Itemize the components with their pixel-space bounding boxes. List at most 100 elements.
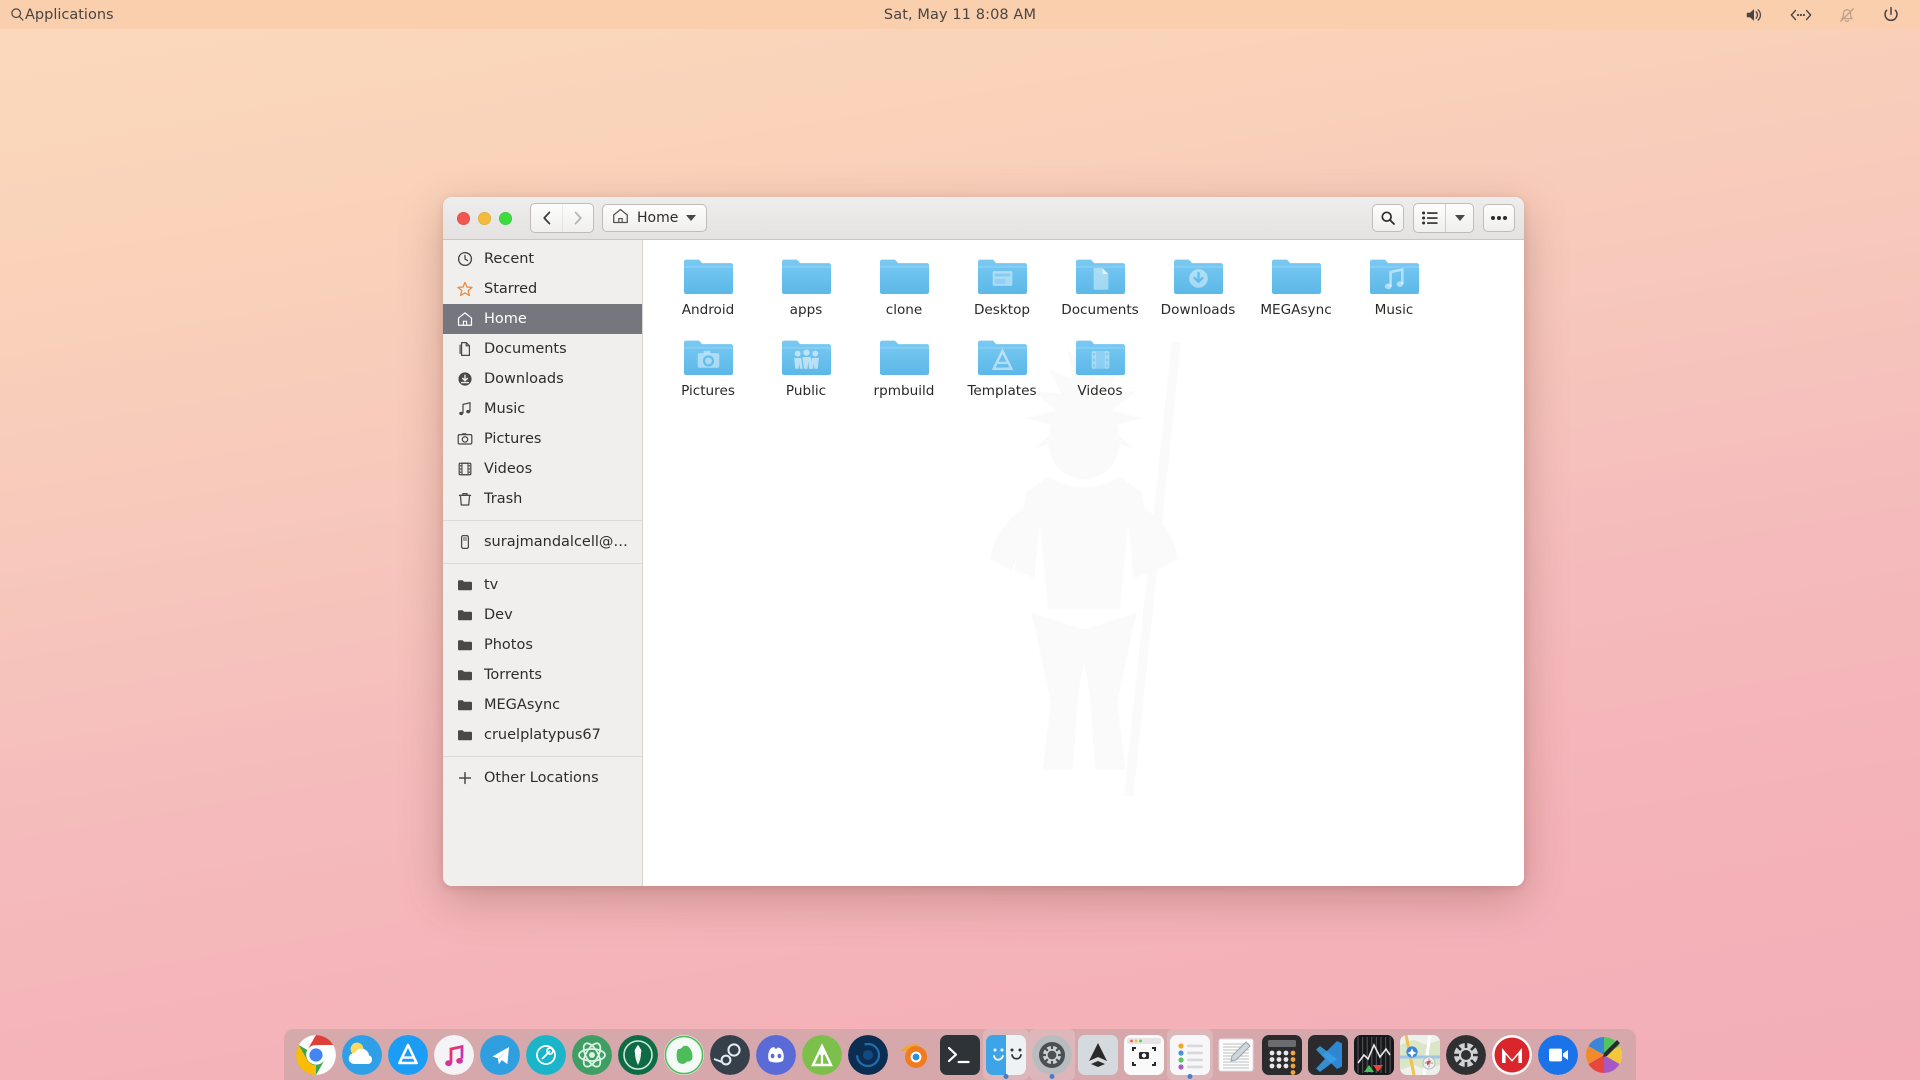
dock-item-music[interactable] — [431, 1029, 477, 1080]
file-item[interactable]: Documents — [1051, 254, 1149, 331]
dock-item-blender[interactable] — [891, 1029, 937, 1080]
dock-item-files[interactable] — [983, 1029, 1029, 1080]
main-menu-button[interactable] — [1483, 204, 1515, 232]
volume-icon[interactable] — [1744, 6, 1764, 24]
file-item[interactable]: Templates — [953, 335, 1051, 412]
applications-menu[interactable]: Applications — [10, 7, 114, 23]
file-item[interactable]: clone — [855, 254, 953, 331]
videos-icon — [457, 461, 473, 477]
color-picker-icon — [1584, 1035, 1624, 1075]
dock-item-evernote[interactable] — [661, 1029, 707, 1080]
sidebar-item-label: Music — [484, 401, 525, 417]
dock-item-notes[interactable] — [1213, 1029, 1259, 1080]
dock-item-reminders[interactable] — [1167, 1029, 1213, 1080]
dock-item-calculator[interactable] — [1259, 1029, 1305, 1080]
dock-item-chrome[interactable] — [293, 1029, 339, 1080]
file-item[interactable]: apps — [757, 254, 855, 331]
dock-item-app-store[interactable] — [385, 1029, 431, 1080]
dock-item-screenshot[interactable] — [1121, 1029, 1167, 1080]
file-item[interactable]: Videos — [1051, 335, 1149, 412]
terminal-icon — [940, 1035, 980, 1075]
network-icon[interactable] — [1790, 8, 1812, 22]
sidebar-separator — [443, 520, 642, 521]
sidebar-item-documents[interactable]: Documents — [443, 334, 642, 364]
file-item[interactable]: Public — [757, 335, 855, 412]
search-icon — [10, 7, 25, 22]
sidebar-item-trash[interactable]: Trash — [443, 484, 642, 514]
file-list-area[interactable]: Android apps clone Desktop Documents Dow… — [643, 240, 1524, 886]
clock[interactable]: Sat, May 11 8:08 AM — [884, 7, 1036, 23]
sidebar-item-tv[interactable]: tv — [443, 570, 642, 600]
dock-item-duo[interactable] — [1535, 1029, 1581, 1080]
dock-item-postman[interactable] — [523, 1029, 569, 1080]
file-item[interactable]: Desktop — [953, 254, 1051, 331]
dock — [284, 1029, 1636, 1080]
notifications-muted-icon[interactable] — [1838, 6, 1856, 24]
minimize-button[interactable] — [478, 212, 491, 225]
dock-item-system-preferences[interactable] — [1443, 1029, 1489, 1080]
dock-item-atom[interactable] — [569, 1029, 615, 1080]
dock-item-color-picker[interactable] — [1581, 1029, 1627, 1080]
sidebar-item-photos[interactable]: Photos — [443, 630, 642, 660]
dock-item-stocks[interactable] — [1351, 1029, 1397, 1080]
folder-music-icon — [1368, 254, 1421, 298]
folder-icon — [457, 727, 473, 743]
dock-item-mega[interactable] — [1489, 1029, 1535, 1080]
app-store-icon — [388, 1035, 428, 1075]
dock-item-telegram[interactable] — [477, 1029, 523, 1080]
sidebar-item-label: Downloads — [484, 371, 564, 387]
duo-icon — [1538, 1035, 1578, 1075]
sidebar-item-torrents[interactable]: Torrents — [443, 660, 642, 690]
dock-item-vs-code[interactable] — [1305, 1029, 1351, 1080]
sidebar-item-home[interactable]: Home — [443, 304, 642, 334]
dock-item-weather[interactable] — [339, 1029, 385, 1080]
close-button[interactable] — [457, 212, 470, 225]
dock-item-insomnia[interactable] — [615, 1029, 661, 1080]
folder-videos-icon — [1074, 335, 1127, 379]
steam-icon — [710, 1035, 750, 1075]
sidebar-item-downloads[interactable]: Downloads — [443, 364, 642, 394]
folder-plain-icon — [682, 254, 735, 298]
dock-item-inkscape[interactable] — [1075, 1029, 1121, 1080]
file-item[interactable]: Downloads — [1149, 254, 1247, 331]
sidebar-item-pictures[interactable]: Pictures — [443, 424, 642, 454]
power-icon[interactable] — [1882, 6, 1900, 24]
sidebar-item-megasync[interactable]: MEGAsync — [443, 690, 642, 720]
sidebar-item-videos[interactable]: Videos — [443, 454, 642, 484]
file-item[interactable]: Android — [659, 254, 757, 331]
music-icon — [434, 1035, 474, 1075]
back-button[interactable] — [531, 204, 562, 232]
maximize-button[interactable] — [499, 212, 512, 225]
sidebar-item-label: Starred — [484, 281, 537, 297]
vs-code-icon — [1308, 1035, 1348, 1075]
sidebar-item-recent[interactable]: Recent — [443, 244, 642, 274]
sidebar-item-music[interactable]: Music — [443, 394, 642, 424]
sidebar-item-label: Photos — [484, 637, 533, 653]
dock-item-android-studio[interactable] — [799, 1029, 845, 1080]
view-list-button[interactable] — [1414, 204, 1446, 232]
dock-item-steam[interactable] — [707, 1029, 753, 1080]
sidebar-item-dev[interactable]: Dev — [443, 600, 642, 630]
forward-button[interactable] — [562, 204, 593, 232]
pictures-icon — [457, 431, 473, 447]
folder-plain-icon — [878, 335, 931, 379]
window-titlebar: Home — [443, 197, 1524, 240]
dock-item-discord[interactable] — [753, 1029, 799, 1080]
path-bar[interactable]: Home — [602, 204, 707, 232]
sidebar-item-cruelplatypus67[interactable]: cruelplatypus67 — [443, 720, 642, 750]
file-item[interactable]: MEGAsync — [1247, 254, 1345, 331]
view-options-button[interactable] — [1446, 204, 1473, 232]
file-item[interactable]: rpmbuild — [855, 335, 953, 412]
dock-item-settings[interactable] — [1029, 1029, 1075, 1080]
sidebar-item-label: Documents — [484, 341, 567, 357]
search-button[interactable] — [1372, 204, 1404, 232]
folder-icon — [457, 607, 473, 623]
dock-item-pycharm[interactable] — [845, 1029, 891, 1080]
file-item[interactable]: Music — [1345, 254, 1443, 331]
sidebar-item-other-locations[interactable]: Other Locations — [443, 763, 642, 793]
dock-item-maps[interactable] — [1397, 1029, 1443, 1080]
sidebar-item-surajmandalcell-gm[interactable]: surajmandalcell@gm… — [443, 527, 642, 557]
sidebar-item-starred[interactable]: Starred — [443, 274, 642, 304]
file-item[interactable]: Pictures — [659, 335, 757, 412]
dock-item-terminal[interactable] — [937, 1029, 983, 1080]
